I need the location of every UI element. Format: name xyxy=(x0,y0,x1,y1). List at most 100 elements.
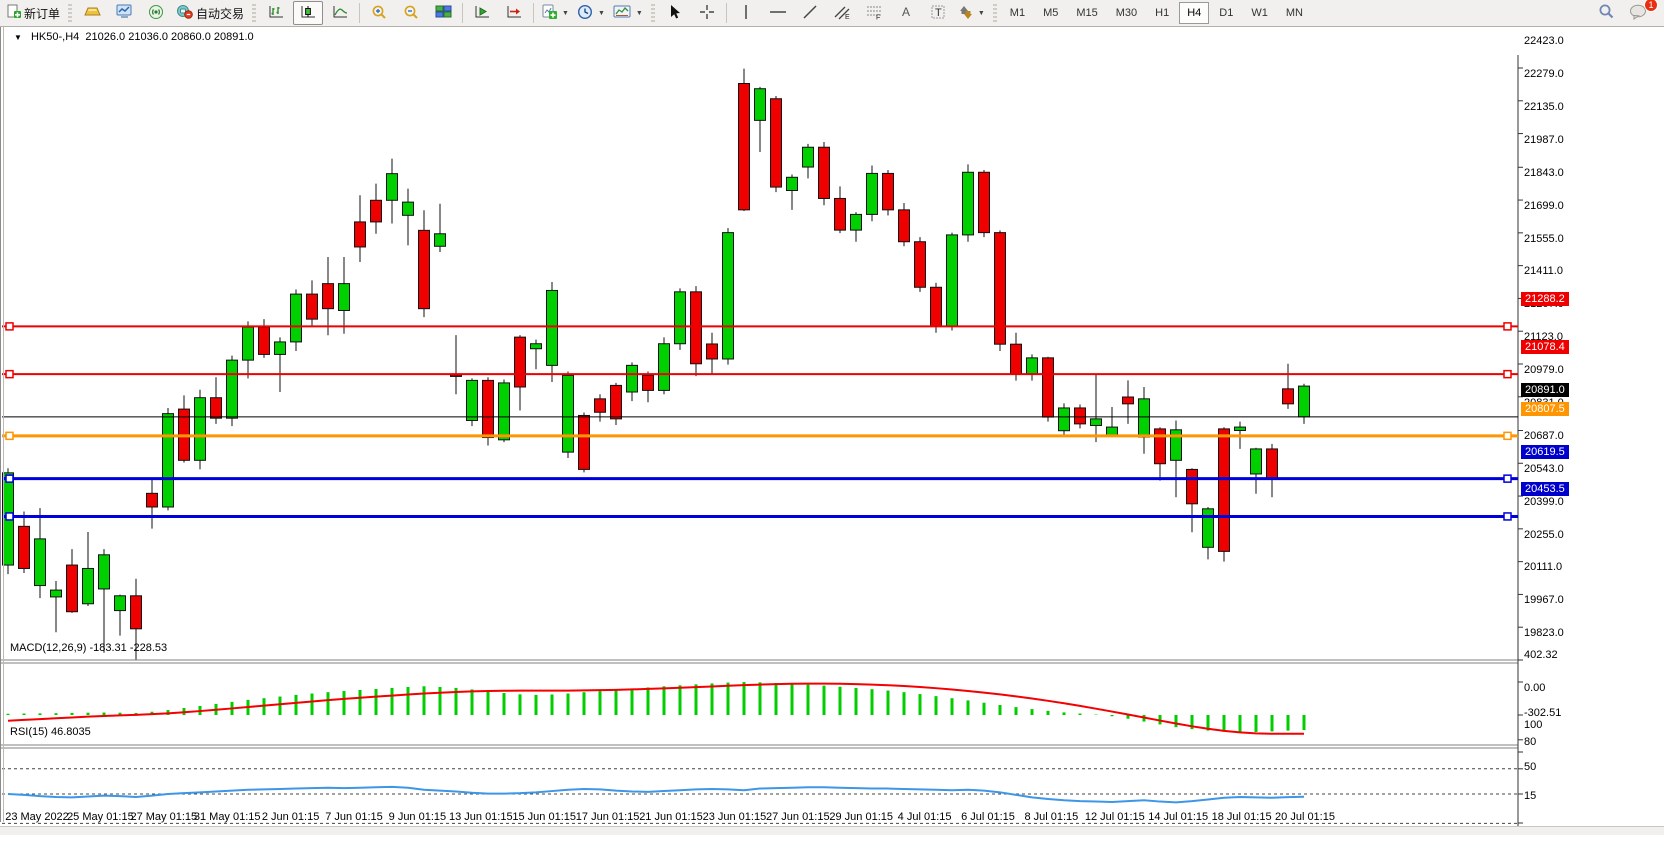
horizontal-line-tool-button[interactable] xyxy=(763,1,793,25)
line-handle[interactable] xyxy=(1504,475,1511,482)
search-button[interactable] xyxy=(1591,1,1621,25)
timeframe-button-w1[interactable]: W1 xyxy=(1243,2,1276,24)
chart-canvas[interactable] xyxy=(0,27,1664,861)
time-tick-label: 31 May 01:15 xyxy=(194,811,261,823)
candle-body xyxy=(931,287,942,326)
line-handle[interactable] xyxy=(6,371,13,378)
price-line-chip: 20807.5 xyxy=(1521,402,1569,416)
cursor-tool-button[interactable] xyxy=(660,1,690,25)
zoom-out-icon xyxy=(403,4,420,23)
line-handle[interactable] xyxy=(1504,513,1511,520)
candle-body xyxy=(147,493,158,507)
main-toolbar: 新订单 自动交易 ▼ ▼ xyxy=(0,0,1664,27)
candle-body xyxy=(35,539,46,586)
vertical-line-tool-button[interactable] xyxy=(731,1,761,25)
line-handle[interactable] xyxy=(6,432,13,439)
window-left-border xyxy=(0,27,1,822)
chart-window[interactable] xyxy=(0,27,1664,834)
line-chart-mode-button[interactable] xyxy=(325,1,355,25)
trendline-tool-button[interactable] xyxy=(795,1,825,25)
candle-body xyxy=(675,292,686,344)
price-tick-label: 21699.0 xyxy=(1524,200,1564,212)
price-tick-label: 20687.0 xyxy=(1524,430,1564,442)
candle-body xyxy=(323,284,334,309)
zoom-out-button[interactable] xyxy=(396,1,426,25)
tile-windows-button[interactable] xyxy=(428,1,458,25)
candle-body xyxy=(275,342,286,355)
candle-body xyxy=(339,284,350,311)
candle-body xyxy=(371,200,382,222)
templates-button[interactable]: ▼ xyxy=(610,1,646,25)
news-button[interactable] xyxy=(141,1,171,25)
time-tick-label: 4 Jul 01:15 xyxy=(898,811,952,823)
notifications-button[interactable]: 1 xyxy=(1623,1,1653,25)
line-handle[interactable] xyxy=(1504,371,1511,378)
toolbar-separator xyxy=(462,3,463,23)
tile-windows-icon xyxy=(435,4,452,23)
macd-indicator-label: MACD(12,26,9) -183.31 -228.53 xyxy=(10,642,167,654)
autotrading-button[interactable]: 自动交易 xyxy=(173,1,247,25)
price-tick-label: 22279.0 xyxy=(1524,68,1564,80)
candle-body xyxy=(819,147,830,198)
candle-body xyxy=(387,174,398,201)
price-tick-label: 22423.0 xyxy=(1524,35,1564,47)
svg-text:E: E xyxy=(845,14,850,20)
candle-body xyxy=(947,235,958,326)
candle-body xyxy=(195,398,206,461)
time-tick-label: 23 Jun 01:15 xyxy=(703,811,767,823)
new-order-button[interactable]: 新订单 xyxy=(3,1,63,25)
candle-body xyxy=(307,294,318,319)
candle-body xyxy=(915,242,926,288)
candle-body xyxy=(1251,449,1262,474)
candle-body xyxy=(467,380,478,420)
auto-scroll-button[interactable] xyxy=(467,1,497,25)
line-handle[interactable] xyxy=(6,475,13,482)
candlestick-mode-button[interactable] xyxy=(293,1,323,25)
time-tick-label: 9 Jun 01:15 xyxy=(389,811,447,823)
timeframe-button-m1[interactable]: M1 xyxy=(1002,2,1033,24)
candle-body xyxy=(51,590,62,597)
channel-tool-button[interactable]: E xyxy=(827,1,857,25)
text-label-tool-button[interactable]: T xyxy=(923,1,953,25)
line-handle[interactable] xyxy=(6,323,13,330)
zoom-in-icon xyxy=(371,4,388,23)
price-line-chip: 20453.5 xyxy=(1521,482,1569,496)
market-watch-button[interactable] xyxy=(77,1,107,25)
timeframe-button-h1[interactable]: H1 xyxy=(1147,2,1177,24)
timeframe-button-h4[interactable]: H4 xyxy=(1179,2,1209,24)
signal-icon xyxy=(148,4,164,22)
timeframe-button-d1[interactable]: D1 xyxy=(1211,2,1241,24)
time-tick-label: 29 Jun 01:15 xyxy=(829,811,893,823)
template-icon xyxy=(613,4,632,23)
line-handle[interactable] xyxy=(6,513,13,520)
candle-body xyxy=(163,414,174,507)
line-handle[interactable] xyxy=(1504,323,1511,330)
toolbar-grip xyxy=(993,4,997,22)
terminal-button[interactable] xyxy=(109,1,139,25)
chart-shift-button[interactable] xyxy=(499,1,529,25)
candle-body xyxy=(515,337,526,387)
toolbar-grip xyxy=(252,4,256,22)
timeframe-button-m30[interactable]: M30 xyxy=(1108,2,1145,24)
text-tool-button[interactable]: A xyxy=(891,1,921,25)
crosshair-tool-button[interactable] xyxy=(692,1,722,25)
periods-button[interactable]: ▼ xyxy=(574,1,608,25)
bar-chart-mode-button[interactable] xyxy=(261,1,291,25)
time-tick-label: 21 Jun 01:15 xyxy=(639,811,703,823)
timeframe-button-m5[interactable]: M5 xyxy=(1035,2,1066,24)
new-chart-button[interactable]: ▼ xyxy=(538,1,572,25)
timeframe-button-m15[interactable]: M15 xyxy=(1068,2,1105,24)
cursor-icon xyxy=(668,4,682,23)
line-handle[interactable] xyxy=(1504,432,1511,439)
fibonacci-tool-button[interactable]: F xyxy=(859,1,889,25)
candle-body xyxy=(19,526,30,568)
zoom-in-button[interactable] xyxy=(364,1,394,25)
timeframe-button-mn[interactable]: MN xyxy=(1278,2,1311,24)
chart-header: ▼ HK50-,H4 21026.0 21036.0 20860.0 20891… xyxy=(14,31,254,43)
shapes-tool-button[interactable]: ▼ xyxy=(955,1,988,25)
candle-body xyxy=(899,210,910,242)
rsi-tick-label: 100 xyxy=(1524,719,1542,731)
text-label-icon: T xyxy=(930,4,946,23)
search-icon xyxy=(1597,3,1615,23)
time-tick-label: 2 Jun 01:15 xyxy=(262,811,320,823)
